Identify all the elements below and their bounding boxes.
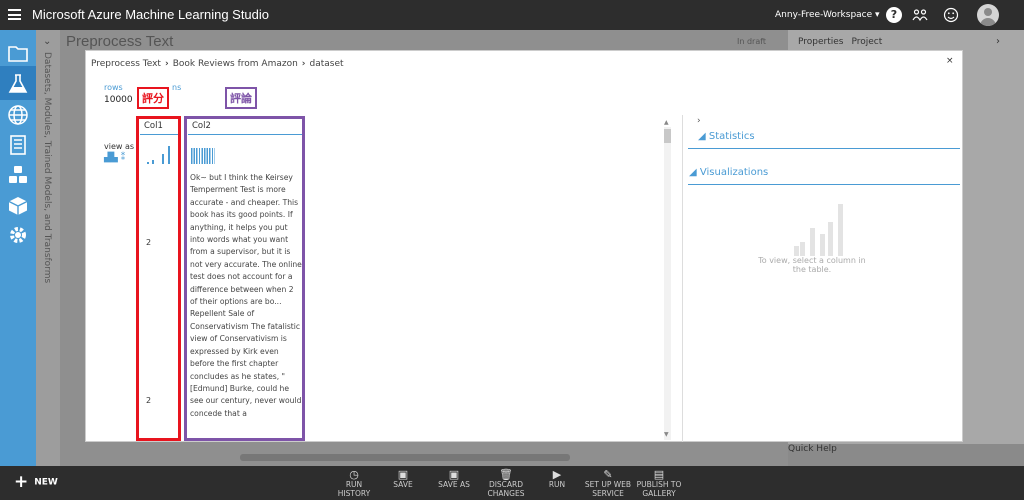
experiments-icon[interactable] xyxy=(7,73,29,95)
columns-label: ns xyxy=(172,83,182,92)
chevron-right-icon: › xyxy=(164,59,169,69)
discard-changes-button[interactable]: 🗑 DISCARD CHANGES xyxy=(484,468,528,498)
run-history-button[interactable]: ◷ RUN HISTORY xyxy=(334,468,374,498)
table-scrollbar[interactable]: ▲ ▼ xyxy=(664,119,671,440)
histogram-view-icon[interactable]: ▟▙ ⁑ xyxy=(104,153,125,163)
palette-label: Datasets, Modules, Trained Models, and T… xyxy=(42,52,52,284)
placeholder-chart-bar xyxy=(838,204,843,256)
placeholder-chart-bar xyxy=(828,222,833,256)
placeholder-chart-bar xyxy=(800,242,805,256)
web-services-icon[interactable] xyxy=(7,104,29,126)
rows-value: 10000 xyxy=(104,95,133,105)
save-as-button[interactable]: ▣ SAVE AS xyxy=(434,468,474,489)
annotation-box-review xyxy=(184,116,305,441)
annotation-label-review: 評論 xyxy=(225,87,257,109)
menu-icon[interactable] xyxy=(8,9,21,20)
publish-to-gallery-button[interactable]: ▤ PUBLISH TO GALLERY xyxy=(634,468,684,498)
gallery-icon: ▤ xyxy=(653,468,665,481)
pane-divider xyxy=(682,115,683,442)
module-palette-strip[interactable]: ⌄ Datasets, Modules, Trained Models, and… xyxy=(36,30,60,466)
canvas-scrollbar[interactable] xyxy=(240,454,570,461)
placeholder-chart-bar xyxy=(820,234,825,256)
properties-tabs: Properties Project xyxy=(798,37,890,47)
set-up-web-service-button[interactable]: ✎ SET UP WEB SERVICE xyxy=(582,468,634,498)
notebooks-icon[interactable] xyxy=(7,134,29,156)
run-button[interactable]: ▶ RUN xyxy=(544,468,570,489)
user-avatar[interactable] xyxy=(977,4,999,26)
visualizations-divider xyxy=(688,184,960,185)
tab-project[interactable]: Project xyxy=(851,37,882,47)
help-icon[interactable]: ? xyxy=(886,7,902,23)
chevron-right-icon[interactable]: › xyxy=(697,116,701,126)
save-as-icon: ▣ xyxy=(448,468,460,481)
breadcrumb-item: Book Reviews from Amazon xyxy=(172,59,298,69)
projects-icon[interactable] xyxy=(7,42,29,64)
feedback-smiley-icon[interactable] xyxy=(943,7,959,23)
experiment-title: Preprocess Text xyxy=(66,33,174,50)
plus-icon: + xyxy=(14,472,29,492)
tab-properties[interactable]: Properties xyxy=(798,37,843,47)
visualization-hint: To view, select a column in the table. xyxy=(758,256,866,274)
breadcrumb-item: Preprocess Text xyxy=(91,59,161,69)
annotation-label-rating: 評分 xyxy=(137,87,169,109)
scroll-thumb[interactable] xyxy=(664,129,671,143)
visualizations-section[interactable]: ◢ Visualizations xyxy=(689,167,768,178)
play-icon: ▶ xyxy=(552,468,562,481)
workspace-selector[interactable]: Anny-Free-Workspace ▾ xyxy=(775,10,880,20)
settings-icon[interactable] xyxy=(7,224,29,246)
rows-label: rows xyxy=(104,83,123,92)
scroll-up-icon[interactable]: ▲ xyxy=(664,119,669,126)
chevron-right-icon: › xyxy=(301,59,306,69)
save-icon: ▣ xyxy=(397,468,409,481)
app-title: Microsoft Azure Machine Learning Studio xyxy=(32,7,270,22)
close-icon[interactable]: × xyxy=(946,56,954,66)
save-button[interactable]: ▣ SAVE xyxy=(388,468,418,489)
trash-icon: 🗑 xyxy=(499,468,513,481)
statistics-divider xyxy=(688,148,960,149)
scroll-down-icon[interactable]: ▼ xyxy=(664,431,669,438)
quick-help-label: Quick Help xyxy=(788,444,837,454)
annotation-box-rating xyxy=(136,116,181,441)
chevron-right-icon[interactable]: › xyxy=(996,36,1000,47)
draft-status: In draft xyxy=(737,37,767,46)
chevron-down-icon[interactable]: ⌄ xyxy=(43,36,51,47)
statistics-section[interactable]: ◢ Statistics xyxy=(698,131,755,142)
breadcrumb-item: dataset xyxy=(309,59,344,69)
placeholder-chart-bar xyxy=(794,246,799,256)
new-button[interactable]: + NEW xyxy=(14,472,58,492)
datasets-icon[interactable] xyxy=(7,164,29,186)
view-as-label: view as xyxy=(104,142,135,151)
clock-icon: ◷ xyxy=(349,468,359,481)
wrench-icon: ✎ xyxy=(603,468,613,481)
trained-models-icon[interactable] xyxy=(7,195,29,217)
placeholder-chart-bar xyxy=(810,228,815,256)
community-icon[interactable] xyxy=(912,7,928,23)
breadcrumb: Preprocess Text › Book Reviews from Amazon… xyxy=(91,59,344,69)
